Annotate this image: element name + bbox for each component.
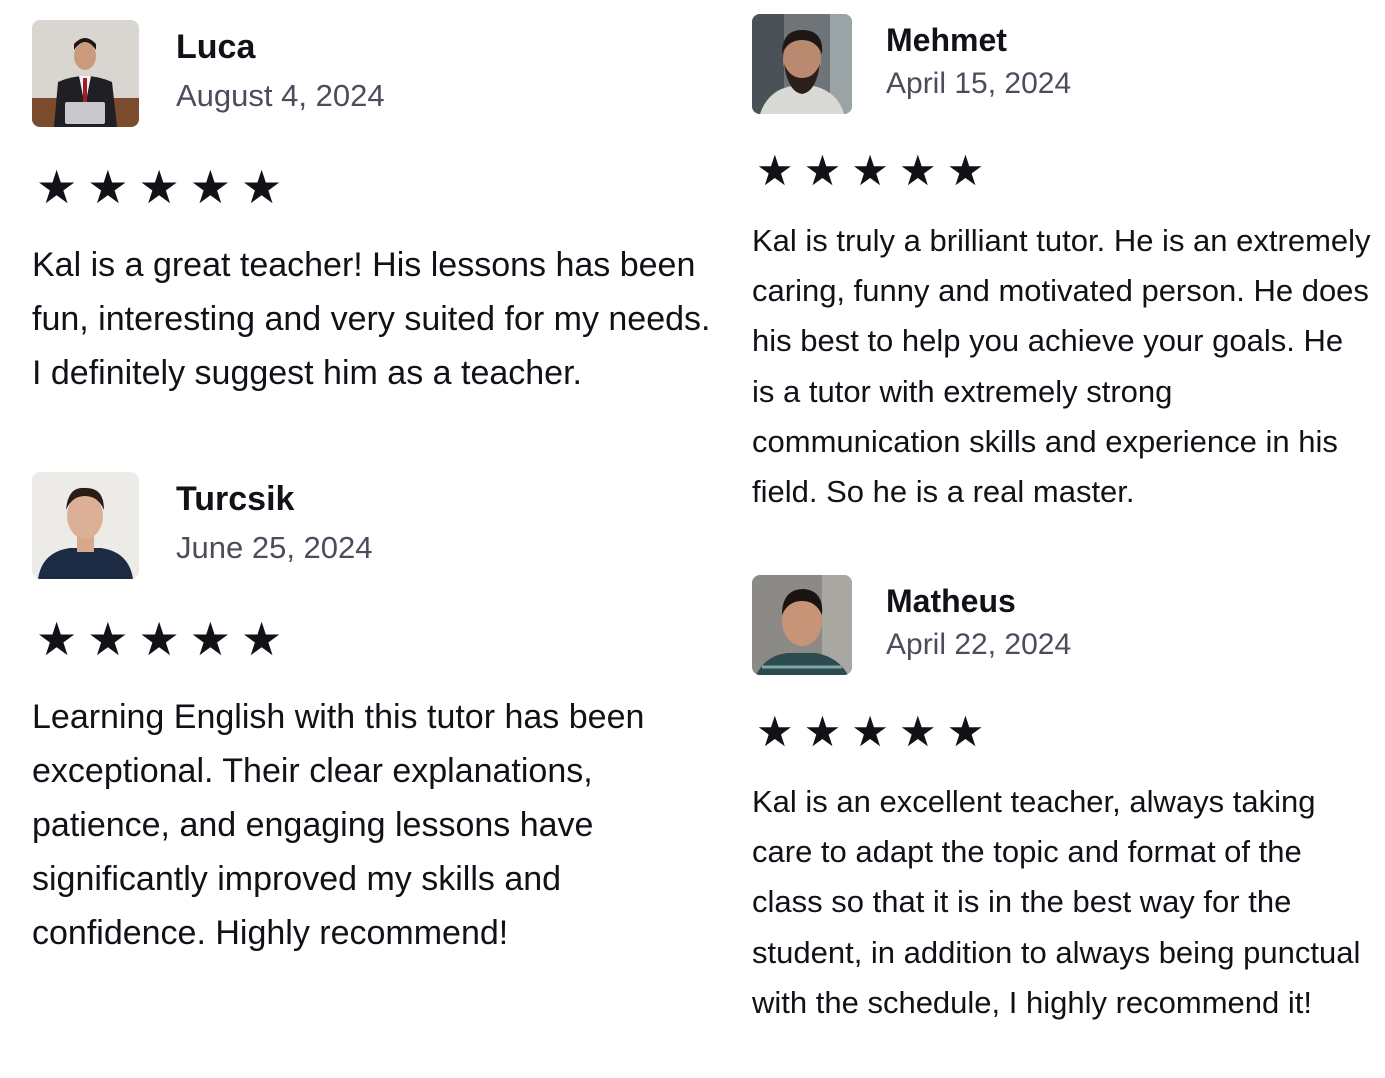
rating-stars: ★★★★★ <box>756 147 995 194</box>
reviewer-name[interactable]: Luca <box>176 28 255 67</box>
avatar[interactable] <box>752 575 852 675</box>
review-date: April 22, 2024 <box>886 628 1072 661</box>
review-date: June 25, 2024 <box>176 530 373 565</box>
review-text: Kal is a great teacher! His lessons has … <box>32 246 711 392</box>
reviewer-name[interactable]: Turcsik <box>176 480 294 519</box>
review-text: Kal is an excellent teacher, always taki… <box>752 784 1361 1020</box>
avatar[interactable] <box>32 20 139 127</box>
review-date: April 15, 2024 <box>886 67 1072 100</box>
rating-stars: ★★★★★ <box>36 613 293 665</box>
review-text: Learning English with this tutor has bee… <box>32 698 645 952</box>
avatar[interactable] <box>752 14 852 114</box>
rating-stars: ★★★★★ <box>756 708 995 755</box>
review-text: Kal is truly a brilliant tutor. He is an… <box>752 223 1371 510</box>
reviewer-name[interactable]: Mehmet <box>886 22 1007 59</box>
reviewer-name[interactable]: Matheus <box>886 583 1016 620</box>
rating-stars: ★★★★★ <box>36 161 293 213</box>
avatar[interactable] <box>32 472 139 579</box>
review-date: August 4, 2024 <box>176 78 385 113</box>
